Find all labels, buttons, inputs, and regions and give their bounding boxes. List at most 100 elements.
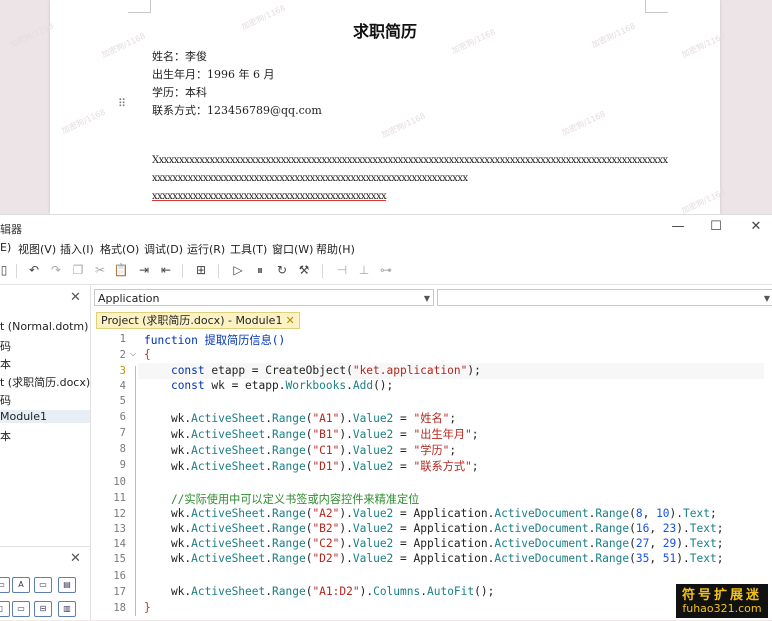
toolbox-panel: ✕ ▭ A ▭ ▤ ▯ ▭ ⊟ ▥ — [0, 546, 90, 621]
document-page[interactable]: 求职简历 姓名：李俊 出生年月：1996 年 6 月 学历：本科 联系方式：12… — [50, 0, 720, 214]
paste-icon[interactable]: 📋 — [113, 262, 129, 278]
line-number: 2 — [119, 349, 126, 361]
scrollbar-control-icon[interactable]: ▥ — [58, 601, 76, 617]
label-control-icon[interactable]: A — [12, 577, 30, 593]
module-icon[interactable]: ⊞ — [193, 262, 209, 278]
macro-editor-window: 辑器 — ☐ ✕ E) 视图(V) 插入(I) 格式(O) 调试(D) 运行(R… — [0, 214, 772, 620]
chevron-down-icon[interactable]: ▼ — [764, 290, 770, 307]
copy-icon[interactable]: ❐ — [70, 262, 86, 278]
code-line: wk.ActiveSheet.Range("B1").Value2 = "出生年… — [144, 428, 479, 441]
align-group-icon[interactable]: ⊶ — [378, 262, 394, 278]
project-node-module1[interactable]: Module1 — [0, 410, 90, 423]
code-line: const etapp = CreateObject("ket.applicat… — [170, 364, 481, 377]
doc-field-education: 学历：本科 — [152, 86, 207, 99]
line-number: 6 — [119, 411, 126, 423]
document-title: 求职简历 — [352, 22, 417, 41]
code-line: wk.ActiveSheet.Range("C2").Value2 = Appl… — [144, 537, 724, 550]
maximize-button[interactable]: ☐ — [706, 219, 726, 235]
undo-icon[interactable]: ↶ — [26, 262, 42, 278]
redo-icon[interactable]: ↷ — [48, 262, 64, 278]
project-node-normal[interactable]: t (Normal.dotm) — [0, 320, 88, 333]
align-left-icon[interactable]: ⊣ — [334, 262, 350, 278]
code-line: } — [144, 601, 151, 614]
logo-cn-text: 符号扩展迷 — [681, 588, 762, 603]
close-button[interactable]: ✕ — [746, 219, 766, 235]
indent-icon[interactable]: ⇥ — [136, 262, 152, 278]
pause-icon[interactable]: ⏸ — [252, 262, 268, 278]
drag-handle-icon[interactable]: ⠿ — [118, 98, 126, 109]
listbox-control-icon[interactable]: ▤ — [58, 577, 76, 593]
menu-debug[interactable]: 调试(D) — [144, 241, 183, 257]
doc-text-line-2: xxxxxxxxxxxxxxxxxxxxxxxxxxxxxxxxxxxxxxxx… — [152, 173, 468, 184]
menu-window[interactable]: 窗口(W) — [272, 241, 313, 257]
object-combo[interactable]: Application ▼ — [94, 289, 434, 306]
menu-format[interactable]: 格式(O) — [100, 241, 139, 257]
code-line: wk.ActiveSheet.Range("C1").Value2 = "学历"… — [144, 444, 457, 457]
textbox-control-icon[interactable]: ▭ — [34, 577, 52, 593]
fold-icon[interactable]: ⌵ — [130, 349, 136, 359]
tab-module1[interactable]: Project (求职简历.docx) - Module1 ✕ — [96, 312, 300, 329]
line-number: 8 — [119, 443, 126, 455]
code-line: wk.ActiveSheet.Range("A1").Value2 = "姓名"… — [144, 412, 457, 425]
code-editor[interactable]: ⌵ 1 2 3 4 5 6 7 8 9 10 11 12 13 14 15 16… — [94, 332, 770, 620]
line-number: 18 — [113, 602, 126, 614]
doc-field-contact: 联系方式：123456789@qq.com — [152, 104, 322, 117]
code-line: const wk = etapp.Workbooks.Add(); — [170, 379, 394, 392]
code-line: wk.ActiveSheet.Range("D2").Value2 = Appl… — [144, 552, 724, 565]
project-node-resume[interactable]: t (求职简历.docx) — [0, 374, 90, 390]
line-number: 16 — [113, 570, 126, 582]
button-control-icon[interactable]: ▯ — [0, 601, 10, 617]
toolbar-separator — [322, 264, 323, 278]
toggle-control-icon[interactable]: ▭ — [12, 601, 30, 617]
close-icon[interactable]: ✕ — [70, 551, 81, 566]
line-number: 15 — [113, 553, 126, 565]
align-center-icon[interactable]: ⊥ — [356, 262, 372, 278]
line-number: 17 — [113, 586, 126, 598]
line-number: 3 — [119, 365, 126, 377]
frame-control-icon[interactable]: ▭ — [0, 577, 10, 593]
document-viewport: 求职简历 姓名：李俊 出生年月：1996 年 6 月 学历：本科 联系方式：12… — [0, 0, 772, 214]
window-title: 辑器 — [0, 223, 22, 236]
line-number: 14 — [113, 538, 126, 550]
doc-icon[interactable]: ▯ — [0, 262, 12, 278]
toolbar-separator — [16, 264, 17, 278]
cut-icon[interactable]: ✂ — [92, 262, 108, 278]
chevron-down-icon[interactable]: ▼ — [424, 290, 430, 307]
project-node-code[interactable]: 码 — [0, 338, 11, 354]
line-number: 1 — [119, 333, 126, 345]
logo-en-text: fuhao321.com — [682, 602, 762, 615]
watermark: 加密狗/1168 — [8, 21, 55, 50]
doc-field-birth: 出生年月：1996 年 6 月 — [152, 68, 275, 81]
run-icon[interactable]: ▷ — [230, 262, 246, 278]
menu-tools[interactable]: 工具(T) — [230, 241, 267, 257]
close-icon[interactable]: ✕ — [285, 314, 294, 327]
close-icon[interactable]: ✕ — [70, 290, 81, 305]
project-node-code[interactable]: 码 — [0, 392, 11, 408]
outdent-icon[interactable]: ⇤ — [158, 262, 174, 278]
option-control-icon[interactable]: ⊟ — [34, 601, 52, 617]
doc-text-line-1: Xxxxxxxxxxxxxxxxxxxxxxxxxxxxxxxxxxxxxxxx… — [152, 155, 668, 166]
minimize-button[interactable]: — — [668, 219, 688, 235]
project-node-text[interactable]: 本 — [0, 356, 11, 372]
title-bar: 辑器 — ☐ ✕ — [0, 214, 772, 241]
line-number: 9 — [119, 459, 126, 471]
design-mode-icon[interactable]: ⚒ — [296, 262, 312, 278]
line-number: 13 — [113, 523, 126, 535]
toolbar-separator — [218, 264, 219, 278]
project-node-text[interactable]: 本 — [0, 428, 11, 444]
menu-insert[interactable]: 插入(I) — [60, 241, 94, 257]
procedure-combo[interactable]: ▼ — [437, 289, 772, 306]
menu-bar: E) 视图(V) 插入(I) 格式(O) 调试(D) 运行(R) 工具(T) 窗… — [0, 240, 772, 258]
menu-edit[interactable]: E) — [0, 241, 11, 254]
code-comment: //实际使用中可以定义书签或内容控件来精准定位 — [144, 493, 420, 506]
menu-view[interactable]: 视图(V) — [18, 241, 56, 257]
menu-help[interactable]: 帮助(H) — [316, 241, 355, 257]
code-line: function 提取简历信息() — [144, 334, 286, 347]
line-number: 5 — [119, 395, 126, 407]
reset-icon[interactable]: ↻ — [274, 262, 290, 278]
menu-run[interactable]: 运行(R) — [187, 241, 225, 257]
tab-module1-label: Project (求职简历.docx) - Module1 — [101, 314, 283, 327]
line-number: 7 — [119, 427, 126, 439]
line-number: 12 — [113, 508, 126, 520]
line-number: 10 — [113, 476, 126, 488]
